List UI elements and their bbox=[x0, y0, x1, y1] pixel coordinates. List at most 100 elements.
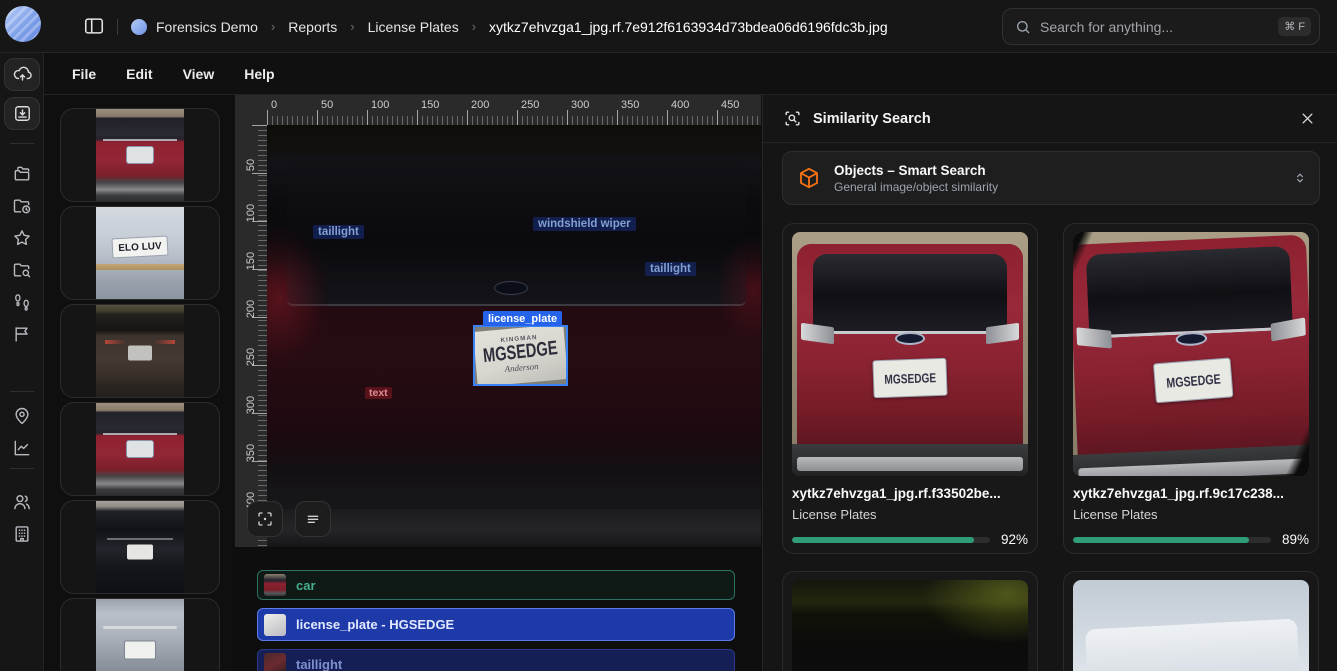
annotation-row-label: license_plate - HGSEDGE bbox=[296, 617, 454, 632]
app-logo[interactable] bbox=[5, 6, 41, 42]
result-dataset: License Plates bbox=[792, 507, 1028, 522]
import-button[interactable] bbox=[4, 97, 40, 130]
car-bumper bbox=[267, 509, 761, 547]
menu-edit[interactable]: Edit bbox=[126, 66, 152, 82]
similarity-bar-fill bbox=[1073, 537, 1249, 543]
list-lines-icon bbox=[305, 511, 321, 527]
thumbnail-photo bbox=[96, 500, 184, 594]
annotation-row-taillight[interactable]: taillight bbox=[257, 649, 735, 671]
sidebar-item-tracks[interactable] bbox=[11, 291, 33, 313]
sidebar-item-recent[interactable] bbox=[11, 195, 33, 217]
similarity-bar-track bbox=[792, 537, 990, 543]
ruler-major-ticks bbox=[267, 110, 761, 125]
close-icon[interactable] bbox=[1297, 109, 1317, 129]
search-shortcut-badge: ⌘ F bbox=[1278, 17, 1311, 36]
similarity-search-panel: Similarity Search Objects – Smart Search… bbox=[762, 95, 1337, 671]
upload-button[interactable] bbox=[4, 58, 40, 91]
thumbnail-red-suv-2[interactable] bbox=[60, 402, 220, 496]
sidebar-item-analytics[interactable] bbox=[11, 437, 33, 459]
menu-file[interactable]: File bbox=[72, 66, 96, 82]
result-filename: xytkz7ehvzga1_jpg.rf.f33502be... bbox=[792, 486, 1028, 501]
annotation-thumb bbox=[264, 574, 286, 596]
breadcrumb-dataset[interactable]: License Plates bbox=[368, 19, 459, 35]
menu-view[interactable]: View bbox=[183, 66, 215, 82]
annotation-row-label: car bbox=[296, 578, 316, 593]
result-photo: MGSEDGE bbox=[1073, 232, 1309, 476]
sidebar-item-search-folder[interactable] bbox=[11, 259, 33, 281]
thumbnail-red-suv-1[interactable] bbox=[60, 108, 220, 202]
thumbnail-photo bbox=[96, 108, 184, 202]
ruler-label: 200 bbox=[245, 294, 257, 324]
ruler-label: 250 bbox=[245, 342, 257, 372]
breadcrumb-reports[interactable]: Reports bbox=[288, 19, 337, 35]
thumbnail-silver-car[interactable] bbox=[60, 598, 220, 671]
search-input[interactable] bbox=[1040, 19, 1278, 35]
thumbnail-black-sedan[interactable] bbox=[60, 500, 220, 594]
ruler-label: 200 bbox=[471, 99, 489, 111]
workspace-avatar[interactable] bbox=[131, 19, 147, 35]
menu-help[interactable]: Help bbox=[244, 66, 274, 82]
annotation-row-label: taillight bbox=[296, 657, 342, 671]
thumbnail-white-plate[interactable]: ELO LUV bbox=[60, 206, 220, 300]
sidebar-item-locations[interactable] bbox=[11, 405, 33, 427]
ruler-label: 150 bbox=[421, 99, 439, 111]
breadcrumb-workspace[interactable]: Forensics Demo bbox=[156, 19, 258, 35]
thumbnail-photo bbox=[96, 598, 184, 671]
annotation-row-car[interactable]: car bbox=[257, 570, 735, 600]
annotation-label-taillight-right[interactable]: taillight bbox=[645, 262, 696, 276]
breadcrumb-separator-icon: › bbox=[271, 19, 275, 34]
cube-icon bbox=[797, 166, 821, 190]
sidebar-item-people[interactable] bbox=[11, 491, 33, 513]
annotation-label-text[interactable]: text bbox=[365, 387, 392, 399]
result-similarity: 89% bbox=[1073, 532, 1309, 547]
result-card-3[interactable] bbox=[782, 571, 1038, 671]
cloud-upload-icon bbox=[13, 65, 32, 84]
plate-number-text: MGSEDGE bbox=[482, 338, 558, 366]
annotation-row-license-plate[interactable]: license_plate - HGSEDGE bbox=[257, 608, 735, 641]
result-dataset: License Plates bbox=[1073, 507, 1309, 522]
tray-download-icon bbox=[13, 104, 32, 123]
annotation-thumb bbox=[264, 614, 286, 636]
car-taillight-left bbox=[267, 226, 331, 369]
sidebar-item-organization[interactable] bbox=[11, 523, 33, 545]
sidebar-item-flagged[interactable] bbox=[11, 323, 33, 345]
sidebar-item-folders[interactable] bbox=[11, 163, 33, 185]
layers-list-button[interactable] bbox=[295, 501, 331, 537]
result-photo bbox=[792, 580, 1028, 671]
rail-divider bbox=[10, 468, 34, 469]
breadcrumb: Forensics Demo › Reports › License Plate… bbox=[156, 0, 888, 53]
topbar-divider bbox=[117, 19, 118, 35]
license-plate-bounding-box[interactable]: KINGMAN MGSEDGE Anderson bbox=[473, 325, 568, 386]
ruler-label: 100 bbox=[245, 198, 257, 228]
panel-title: Similarity Search bbox=[813, 111, 1286, 127]
thumbnail-plate-text: ELO LUV bbox=[112, 236, 169, 259]
thumbnail-photo bbox=[96, 304, 184, 398]
result-card-1[interactable]: MGSEDGE xytkz7ehvzga1_jpg.rf.f33502be...… bbox=[782, 223, 1038, 554]
ruler-major-ticks bbox=[252, 125, 267, 547]
annotation-label-taillight-left[interactable]: taillight bbox=[313, 225, 364, 239]
sidebar-toggle-icon[interactable] bbox=[83, 15, 105, 37]
panel-header: Similarity Search bbox=[763, 95, 1337, 143]
line-chart-icon bbox=[12, 438, 32, 458]
focus-icon bbox=[256, 510, 274, 528]
chevron-updown-icon bbox=[1293, 170, 1307, 186]
folders-icon bbox=[12, 164, 32, 184]
menu-bar: File Edit View Help bbox=[44, 53, 1337, 95]
building-icon bbox=[12, 524, 32, 544]
footprints-icon bbox=[12, 292, 32, 312]
sidebar-item-starred[interactable] bbox=[11, 227, 33, 249]
flag-icon bbox=[12, 324, 32, 344]
fit-to-view-button[interactable] bbox=[247, 501, 283, 537]
similarity-mode-select[interactable]: Objects – Smart Search General image/obj… bbox=[782, 151, 1320, 205]
annotation-canvas[interactable]: taillight windshield wiper taillight tex… bbox=[267, 125, 761, 547]
ruler-label: 300 bbox=[245, 390, 257, 420]
result-card-2[interactable]: MGSEDGE xytkz7ehvzga1_jpg.rf.9c17c238...… bbox=[1063, 223, 1319, 554]
global-search[interactable]: ⌘ F bbox=[1002, 8, 1320, 45]
annotation-label-windshield-wiper[interactable]: windshield wiper bbox=[533, 217, 636, 231]
result-card-4[interactable] bbox=[1063, 571, 1319, 671]
thumbnail-brown-suv[interactable] bbox=[60, 304, 220, 398]
rail-divider bbox=[10, 391, 34, 392]
image-search-icon bbox=[783, 109, 802, 128]
thumbnail-photo bbox=[96, 402, 184, 496]
annotation-label-license-plate[interactable]: license_plate bbox=[483, 311, 562, 326]
